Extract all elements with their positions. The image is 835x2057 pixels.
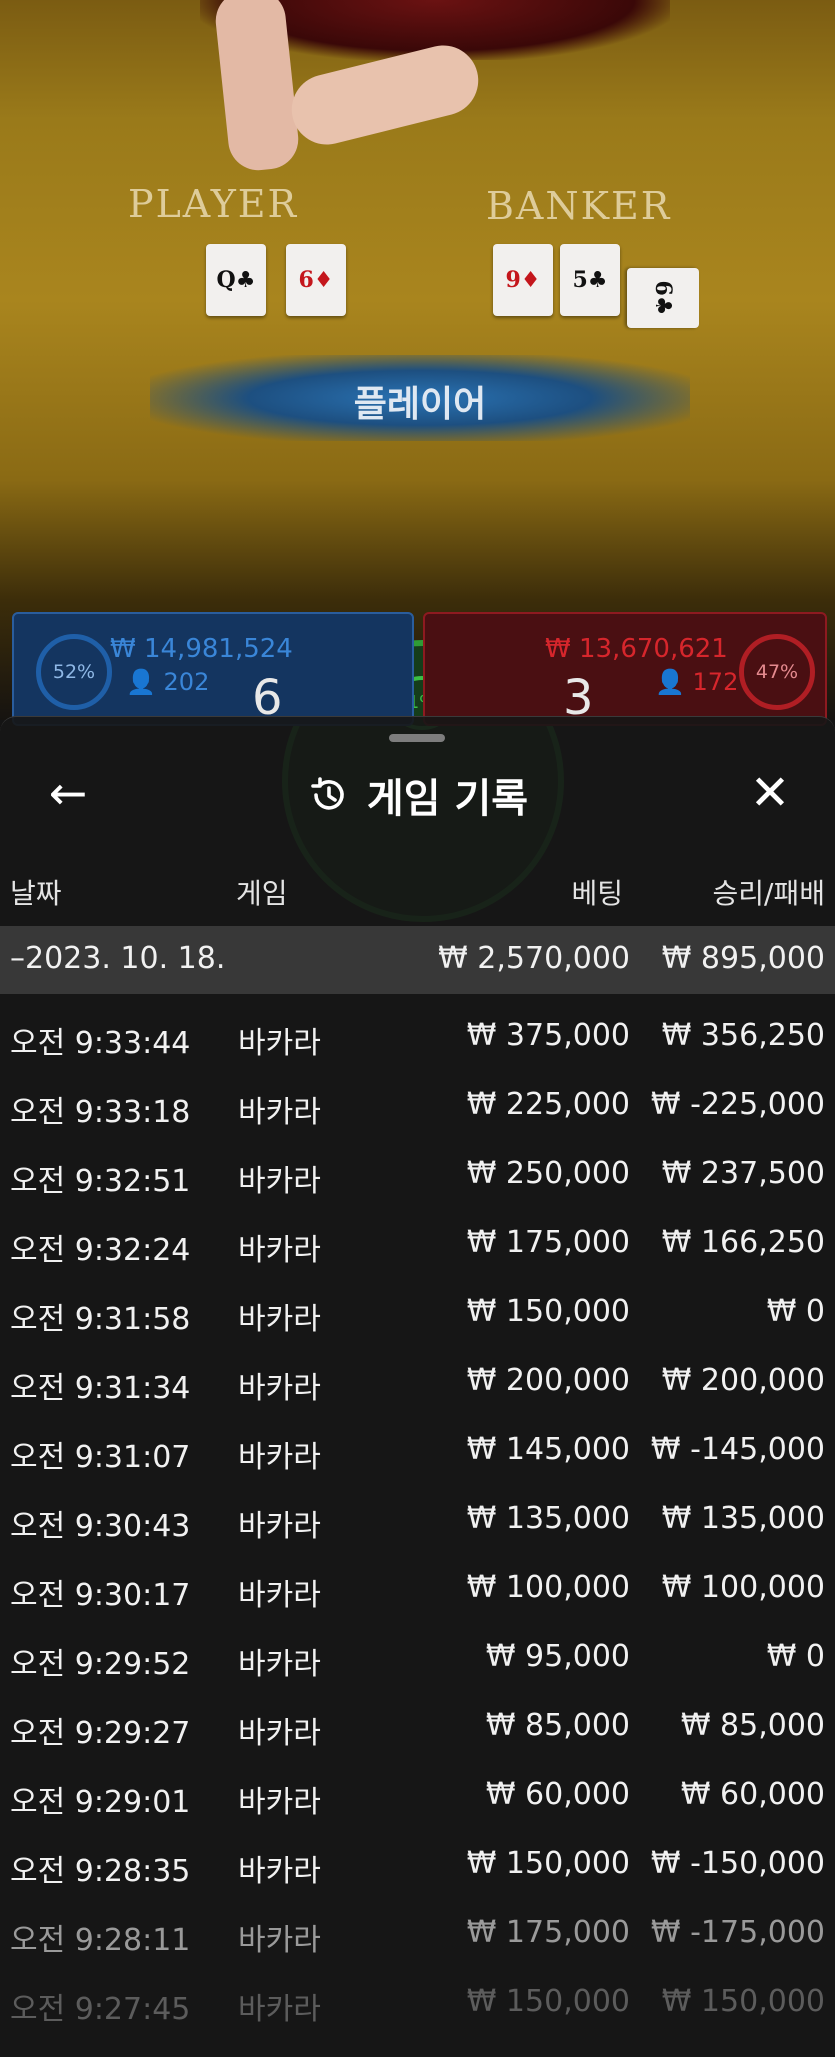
row-game: 바카라: [238, 1509, 321, 1544]
row-game: 바카라: [238, 1992, 321, 2027]
row-time: 오전 9:29:01: [10, 1785, 191, 1820]
date-group-bet-total: ₩ 2,570,000: [438, 941, 630, 976]
row-time: 오전 9:33:18: [10, 1095, 191, 1130]
row-bet: ₩ 145,000: [466, 1432, 630, 1467]
row-time: 오전 9:32:51: [10, 1164, 191, 1199]
player-bet-amount: ₩ 14,981,524: [110, 634, 293, 664]
row-bet: ₩ 225,000: [466, 1087, 630, 1122]
row-game: 바카라: [238, 1233, 321, 1268]
banker-bettor-count: 👤 172: [655, 668, 738, 696]
row-win-loss: ₩ -175,000: [650, 1915, 825, 1950]
row-time: 오전 9:30:17: [10, 1578, 191, 1613]
row-bet: ₩ 150,000: [466, 1984, 630, 2019]
row-time: 오전 9:28:35: [10, 1854, 191, 1889]
column-header-game[interactable]: 게임: [236, 872, 288, 912]
row-win-loss: ₩ -150,000: [650, 1846, 825, 1881]
row-time: 오전 9:30:43: [10, 1509, 191, 1544]
row-game: 바카라: [238, 1440, 321, 1475]
row-game: 바카라: [238, 1026, 321, 1061]
column-header-date[interactable]: 날짜: [10, 872, 62, 912]
row-time: 오전 9:32:24: [10, 1233, 191, 1268]
row-game: 바카라: [238, 1854, 321, 1889]
banker-card: 6♣: [627, 268, 699, 328]
row-bet: ₩ 175,000: [466, 1915, 630, 1950]
player-bet-box[interactable]: 52% ₩ 14,981,524 👤 202 6: [12, 612, 414, 726]
row-game: 바카라: [238, 1923, 321, 1958]
row-bet: ₩ 100,000: [466, 1570, 630, 1605]
banker-percent-ring: 47%: [739, 634, 815, 710]
row-game: 바카라: [238, 1302, 321, 1337]
result-banner: 플레이어: [150, 355, 690, 441]
row-game: 바카라: [238, 1647, 321, 1682]
close-icon: ✕: [749, 765, 791, 821]
date-group-label: –2023. 10. 18.: [10, 941, 226, 976]
player-bettor-count-value: 202: [163, 668, 210, 696]
row-game: 바카라: [238, 1716, 321, 1751]
row-win-loss: ₩ 100,000: [661, 1570, 825, 1605]
close-button[interactable]: ✕: [742, 765, 798, 821]
row-win-loss: ₩ 150,000: [661, 1984, 825, 2019]
player-bettor-count: 👤 202: [126, 668, 209, 696]
column-header-bet[interactable]: 베팅: [571, 872, 623, 912]
banker-card: 5♣: [560, 244, 620, 316]
row-win-loss: ₩ 356,250: [661, 1018, 825, 1053]
row-win-loss: ₩ 0: [766, 1639, 825, 1674]
row-time: 오전 9:31:07: [10, 1440, 191, 1475]
row-bet: ₩ 150,000: [466, 1294, 630, 1329]
row-time: 오전 9:29:27: [10, 1716, 191, 1751]
player-card: Q♣: [206, 244, 266, 316]
player-table-label: PLAYER: [128, 182, 299, 226]
row-game: 바카라: [238, 1095, 321, 1130]
row-bet: ₩ 250,000: [466, 1156, 630, 1191]
person-icon: 👤: [126, 668, 156, 696]
player-percent-ring: 52%: [36, 634, 112, 710]
row-time: 오전 9:31:34: [10, 1371, 191, 1406]
date-group-win-loss-total: ₩ 895,000: [661, 941, 825, 976]
row-win-loss: ₩ 166,250: [661, 1225, 825, 1260]
history-icon: [311, 777, 344, 810]
page-title: 게임 기록: [366, 776, 529, 822]
row-win-loss: ₩ 237,500: [661, 1156, 825, 1191]
row-game: 바카라: [238, 1371, 321, 1406]
row-bet: ₩ 200,000: [466, 1363, 630, 1398]
column-header-win-loss[interactable]: 승리/패배: [713, 872, 825, 912]
row-win-loss: ₩ 0: [766, 1294, 825, 1329]
row-time: 오전 9:33:44: [10, 1026, 191, 1061]
banker-bet-amount: ₩ 13,670,621: [545, 634, 728, 664]
row-game: 바카라: [238, 1578, 321, 1613]
row-win-loss: ₩ 60,000: [680, 1777, 825, 1812]
row-time: 오전 9:29:52: [10, 1647, 191, 1682]
row-bet: ₩ 135,000: [466, 1501, 630, 1536]
person-icon: 👤: [655, 668, 685, 696]
result-banner-text: 플레이어: [353, 384, 487, 425]
row-win-loss: ₩ 85,000: [680, 1708, 825, 1743]
banker-bettor-count-value: 172: [692, 668, 739, 696]
row-win-loss: ₩ -225,000: [650, 1087, 825, 1122]
row-bet: ₩ 175,000: [466, 1225, 630, 1260]
row-win-loss: ₩ -145,000: [650, 1432, 825, 1467]
row-time: 오전 9:31:58: [10, 1302, 191, 1337]
row-bet: ₩ 375,000: [466, 1018, 630, 1053]
row-win-loss: ₩ 200,000: [661, 1363, 825, 1398]
row-bet: ₩ 85,000: [485, 1708, 630, 1743]
banker-bet-box[interactable]: 47% ₩ 13,670,621 👤 172 3: [423, 612, 827, 726]
banker-table-label: BANKER: [486, 184, 672, 228]
row-game: 바카라: [238, 1785, 321, 1820]
player-card: 6♦: [286, 244, 346, 316]
row-time: 오전 9:28:11: [10, 1923, 191, 1958]
row-bet: ₩ 95,000: [485, 1639, 630, 1674]
row-bet: ₩ 60,000: [485, 1777, 630, 1812]
row-bet: ₩ 150,000: [466, 1846, 630, 1881]
sheet-drag-handle[interactable]: [389, 734, 445, 742]
row-win-loss: ₩ 135,000: [661, 1501, 825, 1536]
sheet-header: 게임 기록: [0, 766, 835, 824]
row-time: 오전 9:27:45: [10, 1992, 191, 2027]
banker-card: 9♦: [493, 244, 553, 316]
row-game: 바카라: [238, 1164, 321, 1199]
